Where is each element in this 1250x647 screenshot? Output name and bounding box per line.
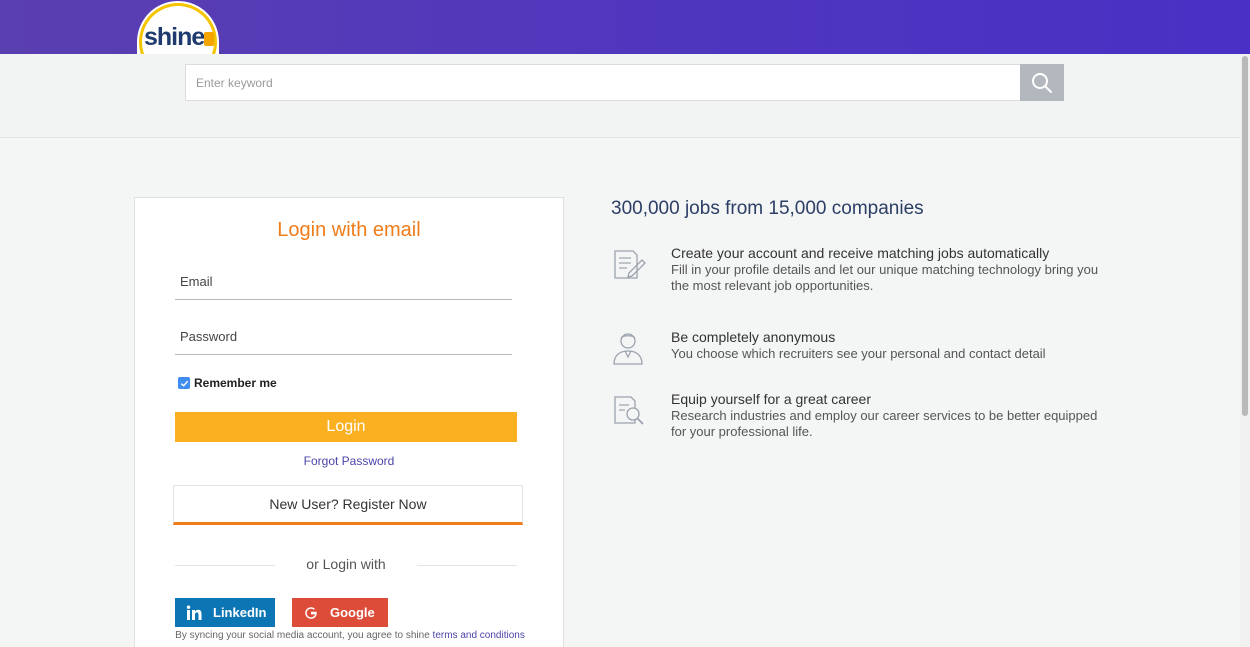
search-button[interactable]: [1020, 64, 1064, 101]
google-icon: [298, 606, 324, 620]
jobs-headline: 300,000 jobs from 15,000 companies: [611, 198, 924, 219]
email-field[interactable]: [175, 264, 512, 300]
feature-title: Equip yourself for a great career: [671, 391, 871, 407]
search-icon: [1032, 72, 1052, 93]
register-button[interactable]: New User? Register Now: [173, 485, 523, 525]
linkedin-icon: [181, 605, 207, 621]
search-input[interactable]: [185, 64, 1021, 101]
social-disclaimer: By syncing your social media account, yo…: [175, 630, 525, 641]
google-label: Google: [330, 605, 375, 620]
disclaimer-text: By syncing your social media account, yo…: [175, 630, 433, 641]
feature-title: Be completely anonymous: [671, 329, 836, 345]
terms-link[interactable]: terms and conditions: [433, 630, 525, 641]
career-research-icon: [611, 391, 647, 427]
google-login-button[interactable]: Google: [292, 598, 388, 627]
login-title: Login with email: [277, 219, 421, 241]
search-band: [0, 54, 1250, 138]
feature-description: Fill in your profile details and let our…: [671, 262, 1099, 293]
logo-badge: [204, 32, 214, 46]
password-field[interactable]: [175, 319, 512, 355]
remember-label: Remember me: [194, 376, 277, 390]
remember-me[interactable]: Remember me: [178, 376, 277, 390]
or-divider: or Login with: [175, 556, 517, 576]
scrollbar-thumb[interactable]: [1242, 56, 1248, 416]
anonymous-user-icon: [611, 329, 647, 365]
or-login-with-text: or Login with: [306, 556, 386, 572]
page-scrollbar[interactable]: [1240, 54, 1250, 647]
linkedin-label: LinkedIn: [213, 605, 267, 620]
login-card: Login with email Remember me Login Forgo…: [134, 197, 564, 647]
profile-form-icon: [611, 245, 647, 281]
forgot-password-link[interactable]: Forgot Password: [135, 454, 563, 468]
linkedin-login-button[interactable]: LinkedIn: [175, 598, 275, 627]
feature-description: Research industries and employ our caree…: [671, 408, 1098, 439]
feature-title: Create your account and receive matching…: [671, 245, 1050, 261]
logo-text: shine: [144, 23, 205, 51]
checkmark-icon: [180, 380, 188, 387]
remember-checkbox[interactable]: [178, 377, 190, 389]
login-button[interactable]: Login: [175, 412, 517, 442]
feature-description: You choose which recruiters see your per…: [671, 346, 1046, 361]
